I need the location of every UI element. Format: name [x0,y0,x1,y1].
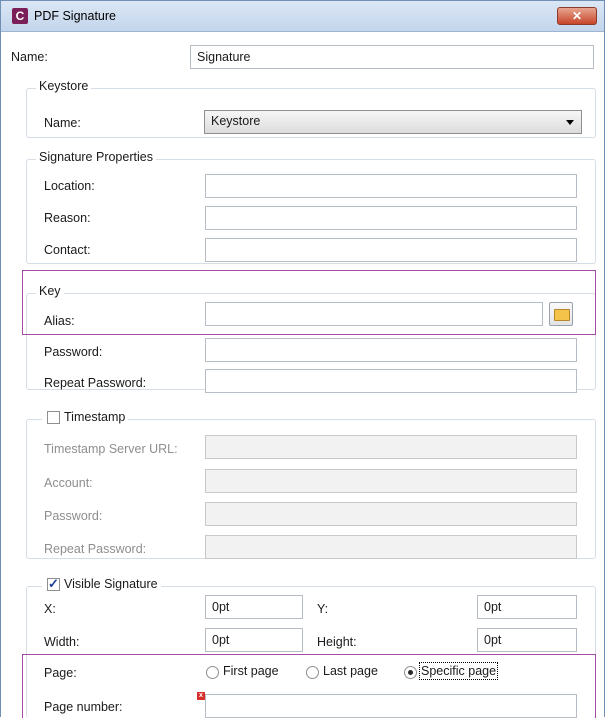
title-bar: C PDF Signature ✕ [1,1,604,32]
radio-last-page[interactable] [306,666,319,679]
location-field[interactable] [205,174,577,198]
timestamp-server-field[interactable] [205,435,577,459]
keystore-group-title: Keystore [36,79,92,93]
checkmark-icon: ✓ [48,576,59,591]
keystore-select-value: Keystore [211,114,261,128]
folder-icon [554,309,570,321]
chevron-down-icon [566,120,574,125]
visible-signature-checkbox[interactable]: ✓ [47,576,60,591]
width-label: Width: [44,635,80,649]
y-field[interactable] [477,595,577,619]
height-label: Height: [317,635,357,649]
timestamp-checkbox[interactable] [47,411,60,424]
timestamp-repeat-password-field[interactable] [205,535,577,559]
name-label: Name: [11,50,48,64]
radio-first-page[interactable] [206,666,219,679]
page-label: Page: [44,666,77,680]
reason-field[interactable] [205,206,577,230]
repeat-password-label: Repeat Password: [44,376,147,390]
signature-properties-title: Signature Properties [36,150,156,164]
radio-specific-page-label[interactable]: Specific page [418,662,499,680]
radio-specific-page[interactable] [404,666,417,679]
browse-button[interactable] [549,302,573,326]
reason-label: Reason: [44,211,91,225]
password-label: Password: [44,345,103,359]
timestamp-repeat-password-label: Repeat Password: [44,542,147,556]
window-title: PDF Signature [34,9,116,23]
key-group-title: Key [36,284,64,298]
pdf-signature-dialog: C PDF Signature ✕ Name: Keystore Name: K… [0,0,605,718]
width-field[interactable] [205,628,303,652]
radio-first-page-label[interactable]: First page [223,664,279,678]
radio-last-page-label[interactable]: Last page [323,664,378,678]
account-field[interactable] [205,469,577,493]
height-field[interactable] [477,628,577,652]
page-number-label: Page number: [44,700,123,714]
contact-label: Contact: [44,243,91,257]
x-field[interactable] [205,595,303,619]
timestamp-password-label: Password: [44,509,103,523]
location-label: Location: [44,179,95,193]
y-label: Y: [317,602,329,616]
keystore-select[interactable]: Keystore [204,110,582,134]
contact-field[interactable] [205,238,577,262]
app-icon: C [12,8,28,24]
error-marker-icon: x [197,692,205,700]
dialog-content: Name: Keystore Name: Keystore Signature … [1,32,604,718]
radio-dot [408,670,413,675]
close-button[interactable]: ✕ [557,7,597,25]
repeat-password-field[interactable] [205,369,577,393]
account-label: Account: [44,476,93,490]
timestamp-server-label: Timestamp Server URL: [44,442,178,456]
password-field[interactable] [205,338,577,362]
timestamp-password-field[interactable] [205,502,577,526]
x-label: X: [44,602,56,616]
alias-label: Alias: [44,314,75,328]
keystore-name-label: Name: [44,116,81,130]
name-field[interactable] [190,45,594,69]
page-number-field[interactable] [205,694,577,718]
alias-field[interactable] [205,302,543,326]
